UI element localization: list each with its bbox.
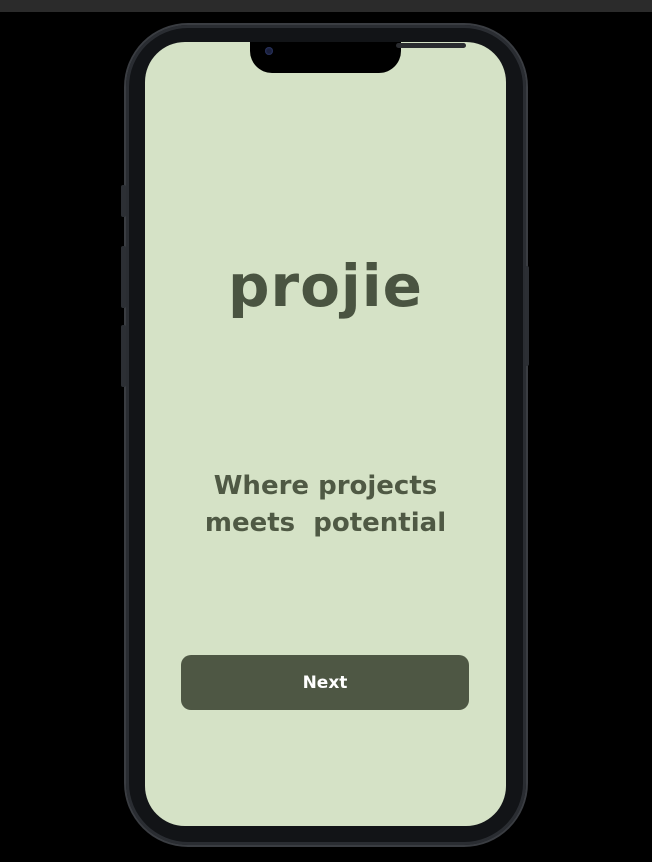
next-button[interactable]: Next [181,655,469,710]
front-camera-icon [265,47,273,55]
mute-switch [121,185,126,217]
power-button [525,266,529,366]
notch [250,42,466,73]
top-bar [0,0,652,12]
phone-screen: projie Where projects meets potential Ne… [145,42,506,826]
speaker-grille [396,43,466,48]
tagline: Where projects meets potential [145,468,506,542]
app-logo: projie [227,252,424,320]
volume-down-button [121,325,126,387]
tagline-line-2: meets potential [204,508,447,538]
volume-up-button [121,246,126,308]
tagline-line-1: Where projects [213,471,438,501]
